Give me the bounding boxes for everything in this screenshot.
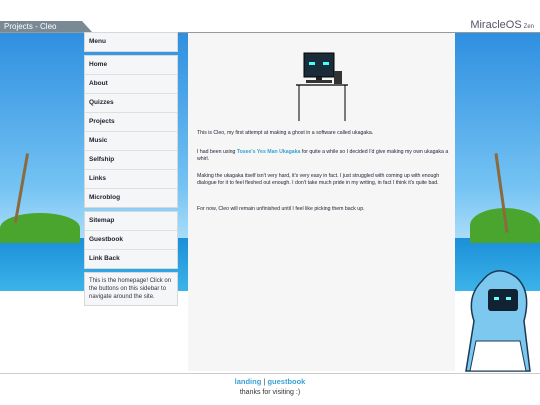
brand-suffix: Zen	[523, 24, 534, 30]
paragraph-struggle: Making the ukagaka itself isn't very har…	[197, 173, 440, 186]
sidebar-item-projects[interactable]: Projects	[85, 113, 177, 132]
sidebar-item-link-back[interactable]: Link Back	[85, 250, 177, 268]
guestbook-link[interactable]: guestbook	[267, 377, 305, 386]
sidebar-item-links[interactable]: Links	[85, 170, 177, 189]
sidebar-item-guestbook[interactable]: Guestbook	[85, 231, 177, 250]
paragraph-intro: This is Cleo, my first attempt at making…	[197, 130, 374, 136]
sidebar-item-sitemap[interactable]: Sitemap	[85, 212, 177, 231]
brand-logo[interactable]: MiracleOS Zen	[470, 19, 534, 31]
computer-desk-illustration	[296, 52, 348, 121]
footer-divider	[0, 373, 540, 374]
landing-link[interactable]: landing	[235, 377, 262, 386]
sidebar-main-group: Home About Quizzes Projects Music Selfsh…	[84, 55, 178, 208]
footer-separator: |	[263, 377, 266, 386]
sidebar-item-quizzes[interactable]: Quizzes	[85, 94, 177, 113]
sidebar-note: This is the homepage! Click on the butto…	[89, 278, 172, 300]
yes-man-ukagaka-link[interactable]: Tosee's Yes Man Ukagaka	[237, 149, 301, 155]
page-tab: Projects - Cleo	[0, 21, 92, 32]
island-left	[0, 213, 80, 243]
footer-links: landing | guestbook	[0, 377, 540, 386]
paragraph-usage-pre: I had been using	[197, 149, 237, 155]
sidebar-item-microblog[interactable]: Microblog	[85, 189, 177, 207]
sidebar-note-box: This is the homepage! Click on the butto…	[84, 272, 178, 306]
sidebar: Menu Home About Quizzes Projects Music S…	[84, 32, 178, 309]
sidebar-item-menu[interactable]: Menu	[85, 33, 177, 51]
sidebar-bottom-group: Sitemap Guestbook Link Back	[84, 211, 178, 269]
sidebar-item-about[interactable]: About	[85, 75, 177, 94]
top-bar: Projects - Cleo MiracleOS Zen	[0, 0, 540, 32]
main-content: This is Cleo, my first attempt at making…	[188, 33, 455, 371]
footer-thanks: thanks for visiting :)	[239, 389, 301, 396]
sidebar-item-selfship[interactable]: Selfship	[85, 151, 177, 170]
sidebar-item-music[interactable]: Music	[85, 132, 177, 151]
brand-name: MiracleOS	[470, 19, 522, 31]
sidebar-top-group: Menu	[84, 32, 178, 52]
paragraph-status: For now, Cleo will remain unfinished unt…	[197, 206, 365, 212]
cleo-character-image	[465, 270, 531, 372]
paragraph-usage: I had been using Tosee's Yes Man Ukagaka…	[197, 149, 449, 162]
sidebar-item-home[interactable]: Home	[85, 56, 177, 75]
